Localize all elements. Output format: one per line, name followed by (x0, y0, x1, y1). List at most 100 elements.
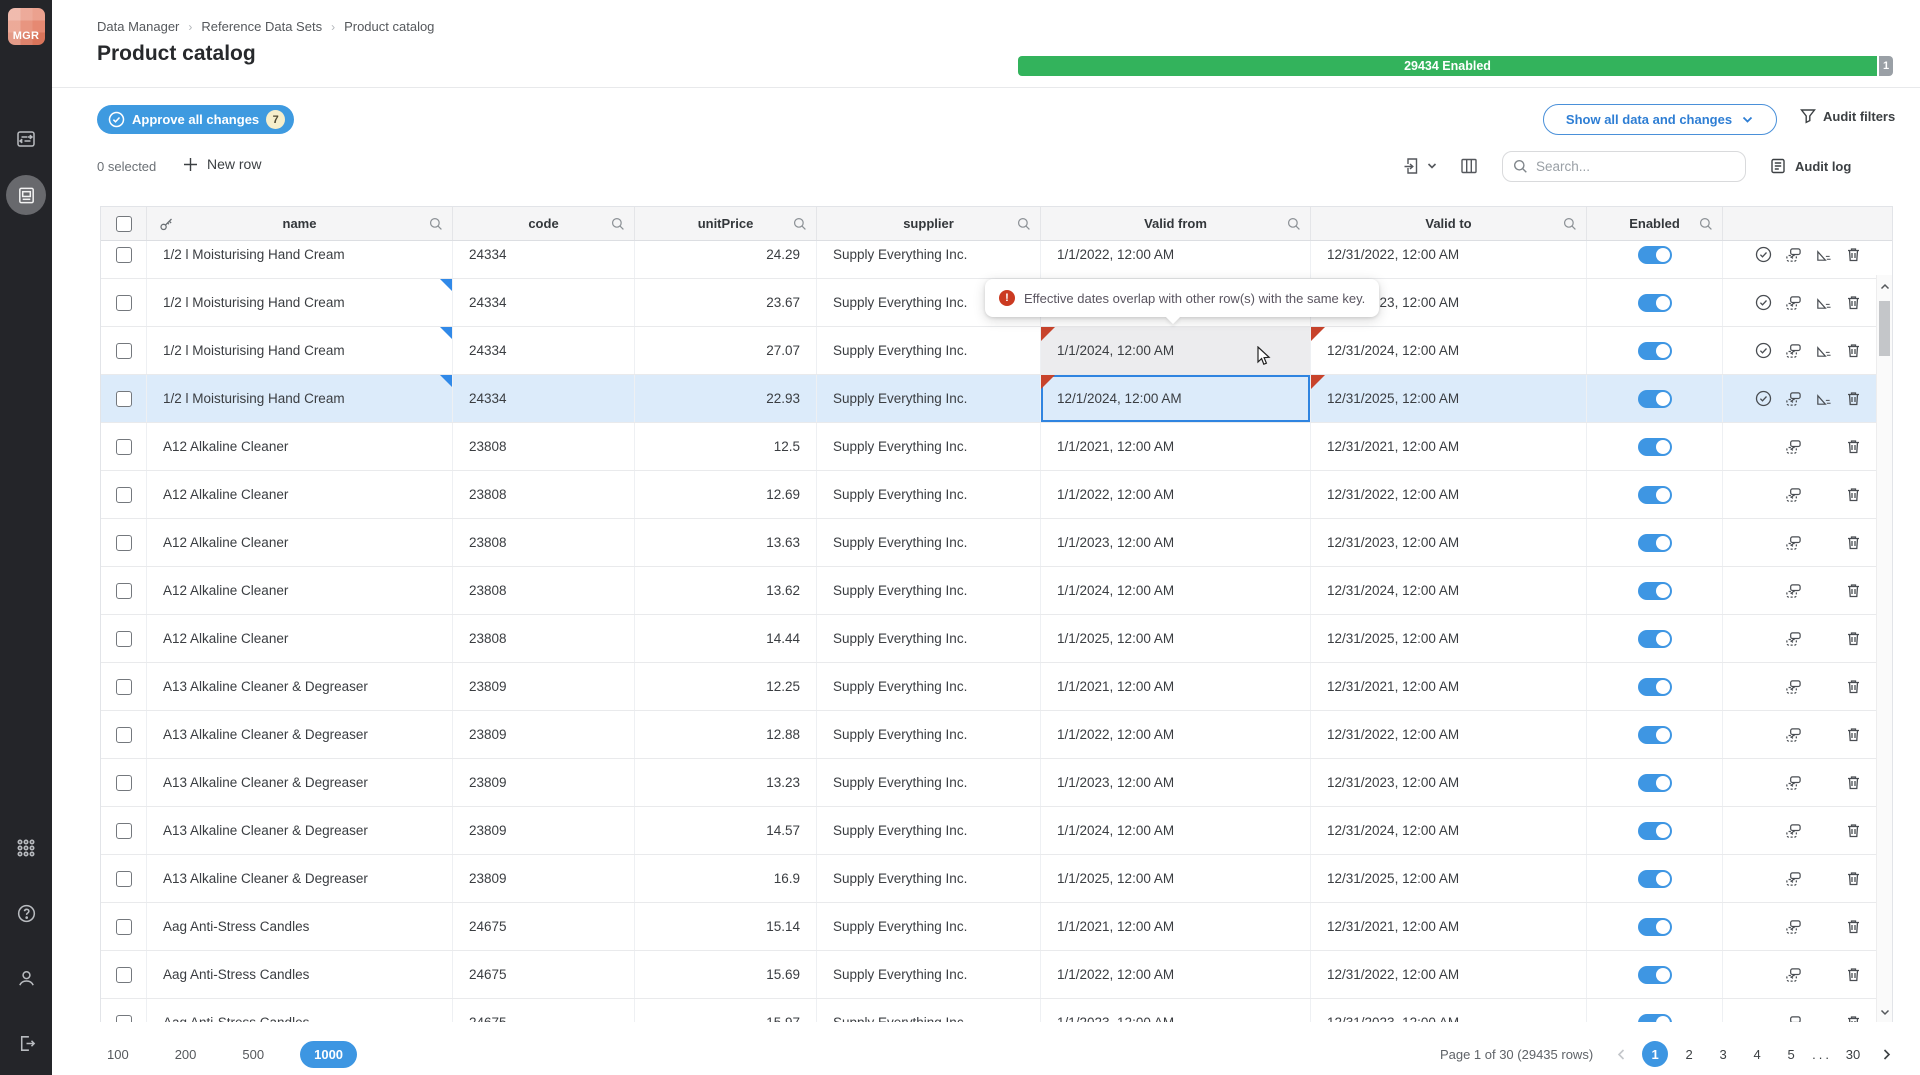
row-checkbox[interactable] (116, 631, 132, 647)
cell-unitprice[interactable]: 15.69 (635, 951, 817, 998)
cell-supplier[interactable]: Supply Everything Inc. (817, 375, 1041, 422)
cell-code[interactable]: 23809 (453, 855, 635, 902)
delete-row-icon[interactable] (1845, 726, 1862, 743)
columns-icon[interactable] (1460, 157, 1478, 175)
sidebar-item-apps[interactable] (6, 828, 46, 868)
cell-supplier[interactable]: Supply Everything Inc. (817, 567, 1041, 614)
cell-code[interactable]: 23808 (453, 615, 635, 662)
duplicate-row-icon[interactable] (1785, 246, 1802, 263)
cell-supplier[interactable]: Supply Everything Inc. (817, 903, 1041, 950)
cell-name[interactable]: A12 Alkaline Cleaner (147, 567, 453, 614)
duplicate-row-icon[interactable] (1785, 390, 1802, 407)
duplicate-row-icon[interactable] (1785, 534, 1802, 551)
cell-name[interactable]: A13 Alkaline Cleaner & Degreaser (147, 759, 453, 806)
enabled-toggle[interactable] (1638, 966, 1672, 984)
row-checkbox[interactable] (116, 343, 132, 359)
cell-valid-from[interactable]: 1/1/2023, 12:00 AM (1041, 759, 1311, 806)
duplicate-row-icon[interactable] (1785, 774, 1802, 791)
export-button[interactable] (1402, 156, 1422, 176)
row-checkbox[interactable] (116, 1015, 132, 1023)
cell-valid-to[interactable]: 12/31/2023, 12:00 AM (1311, 759, 1587, 806)
duplicate-row-icon[interactable] (1785, 1014, 1802, 1022)
cell-unitprice[interactable]: 22.93 (635, 375, 817, 422)
enabled-toggle[interactable] (1638, 246, 1672, 264)
delete-row-icon[interactable] (1845, 1014, 1862, 1022)
cell-valid-to[interactable]: 12/31/2023, 12:00 AM (1311, 519, 1587, 566)
change-history-icon[interactable] (1815, 294, 1832, 311)
breadcrumb-item[interactable]: Data Manager (97, 19, 179, 34)
delete-row-icon[interactable] (1845, 774, 1862, 791)
enabled-toggle[interactable] (1638, 438, 1672, 456)
cell-code[interactable]: 24334 (453, 327, 635, 374)
delete-row-icon[interactable] (1845, 486, 1862, 503)
duplicate-row-icon[interactable] (1785, 870, 1802, 887)
cell-supplier[interactable]: Supply Everything Inc. (817, 807, 1041, 854)
cell-name[interactable]: A13 Alkaline Cleaner & Degreaser (147, 807, 453, 854)
column-search-icon[interactable] (1287, 217, 1301, 231)
cell-unitprice[interactable]: 12.25 (635, 663, 817, 710)
row-checkbox[interactable] (116, 823, 132, 839)
cell-supplier[interactable]: Supply Everything Inc. (817, 241, 1041, 278)
column-search-icon[interactable] (1017, 217, 1031, 231)
cell-valid-to[interactable]: 12/31/2023, 12:00 AM (1311, 999, 1587, 1022)
delete-row-icon[interactable] (1845, 342, 1862, 359)
column-header-valid-from[interactable]: Valid from (1041, 207, 1311, 240)
row-checkbox[interactable] (116, 871, 132, 887)
enabled-toggle[interactable] (1638, 342, 1672, 360)
search-input[interactable] (1536, 159, 1735, 174)
page-number[interactable]: 5 (1778, 1041, 1804, 1067)
cell-code[interactable]: 23809 (453, 807, 635, 854)
enabled-toggle[interactable] (1638, 822, 1672, 840)
scrollbar-thumb[interactable] (1879, 301, 1890, 356)
column-search-icon[interactable] (429, 217, 443, 231)
cell-name[interactable]: A13 Alkaline Cleaner & Degreaser (147, 711, 453, 758)
page-size-option[interactable]: 1000 (300, 1041, 357, 1068)
cell-valid-from[interactable]: 1/1/2023, 12:00 AM (1041, 999, 1311, 1022)
enabled-toggle[interactable] (1638, 582, 1672, 600)
duplicate-row-icon[interactable] (1785, 726, 1802, 743)
breadcrumb-item[interactable]: Product catalog (344, 19, 434, 34)
cell-supplier[interactable]: Supply Everything Inc. (817, 423, 1041, 470)
cell-code[interactable]: 23808 (453, 567, 635, 614)
cell-unitprice[interactable]: 12.69 (635, 471, 817, 518)
column-search-icon[interactable] (1563, 217, 1577, 231)
duplicate-row-icon[interactable] (1785, 438, 1802, 455)
approve-all-changes-button[interactable]: Approve all changes 7 (97, 105, 294, 134)
cell-name[interactable]: 1/2 l Moisturising Hand Cream (147, 279, 453, 326)
cell-valid-from[interactable]: 1/1/2025, 12:00 AM (1041, 615, 1311, 662)
cell-unitprice[interactable]: 24.29 (635, 241, 817, 278)
cell-supplier[interactable]: Supply Everything Inc. (817, 327, 1041, 374)
prev-page-icon[interactable] (1615, 1048, 1628, 1061)
audit-filters-button[interactable]: Audit filters (1800, 108, 1895, 124)
change-history-icon[interactable] (1815, 390, 1832, 407)
app-logo[interactable]: MGR (8, 8, 45, 45)
row-checkbox[interactable] (116, 727, 132, 743)
cell-valid-from[interactable]: 1/1/2022, 12:00 AM (1041, 951, 1311, 998)
column-search-icon[interactable] (1699, 217, 1713, 231)
enabled-toggle[interactable] (1638, 1014, 1672, 1023)
page-size-option[interactable]: 500 (232, 1042, 274, 1067)
duplicate-row-icon[interactable] (1785, 630, 1802, 647)
duplicate-row-icon[interactable] (1785, 486, 1802, 503)
cell-valid-from[interactable]: 12/1/2024, 12:00 AM (1041, 375, 1311, 422)
cell-unitprice[interactable]: 12.5 (635, 423, 817, 470)
delete-row-icon[interactable] (1845, 630, 1862, 647)
cell-name[interactable]: A13 Alkaline Cleaner & Degreaser (147, 855, 453, 902)
row-checkbox[interactable] (116, 679, 132, 695)
enabled-toggle[interactable] (1638, 630, 1672, 648)
show-all-data-dropdown[interactable]: Show all data and changes (1543, 104, 1777, 135)
row-checkbox[interactable] (116, 775, 132, 791)
cell-valid-from[interactable]: 1/1/2022, 12:00 AM (1041, 241, 1311, 278)
cell-supplier[interactable]: Supply Everything Inc. (817, 951, 1041, 998)
cell-valid-from[interactable]: 1/1/2024, 12:00 AM (1041, 567, 1311, 614)
row-checkbox[interactable] (116, 487, 132, 503)
cell-name[interactable]: Aag Anti-Stress Candles (147, 903, 453, 950)
delete-row-icon[interactable] (1845, 678, 1862, 695)
enabled-toggle[interactable] (1638, 678, 1672, 696)
sidebar-item-logout[interactable] (6, 1023, 46, 1063)
delete-row-icon[interactable] (1845, 390, 1862, 407)
enabled-toggle[interactable] (1638, 918, 1672, 936)
cell-unitprice[interactable]: 14.57 (635, 807, 817, 854)
cell-valid-from[interactable]: 1/1/2022, 12:00 AM (1041, 711, 1311, 758)
duplicate-row-icon[interactable] (1785, 918, 1802, 935)
